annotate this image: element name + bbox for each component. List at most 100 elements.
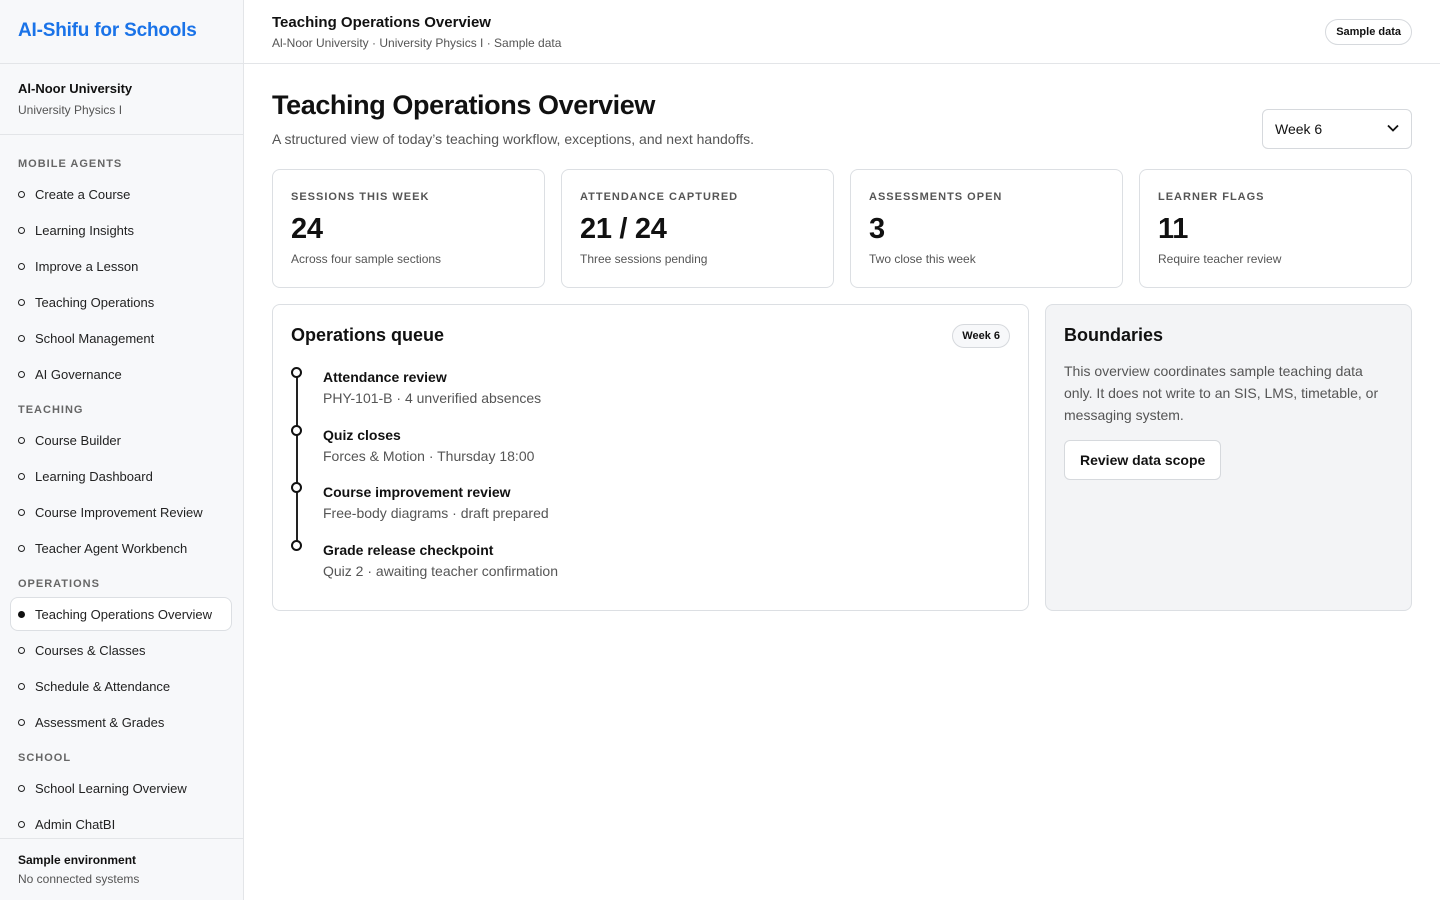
bullet-icon: [18, 436, 25, 444]
sidebar-item-label: Courses & Classes: [35, 642, 146, 658]
stat-label: Learner flags: [1158, 191, 1265, 203]
bullet-icon: [18, 544, 25, 552]
sidebar-item-label: Teacher Agent Workbench: [35, 540, 188, 556]
sidebar-item-learning-insights[interactable]: Learning Insights: [0, 212, 233, 248]
queue-item-quiz-closes[interactable]: Quiz closes Forces & Motion · Thursday 18…: [291, 424, 1010, 483]
nav-section-mobile-agents: Mobile Agents: [18, 158, 123, 170]
sidebar-item-teaching-operations-overview[interactable]: Teaching Operations Overview: [10, 597, 232, 631]
chevron-down-icon: [1387, 124, 1399, 135]
sidebar-item-create-a-course[interactable]: Create a Course: [0, 176, 233, 212]
sample-data-badge: Sample data: [1325, 19, 1412, 45]
page-title: Teaching Operations Overview: [272, 90, 655, 120]
operations-queue-card: Operations queue Week 6 Attendance revie…: [272, 304, 1029, 611]
sidebar-item-course-improvement-review[interactable]: Course Improvement Review: [0, 494, 233, 530]
bullet-icon: [18, 190, 25, 198]
sidebar-item-school-learning-overview[interactable]: School Learning Overview: [0, 770, 233, 806]
org-name: Al-Noor University: [18, 81, 133, 96]
timeline-dot-icon: [291, 367, 302, 378]
bullet-icon: [18, 334, 25, 342]
boundaries-text: This overview coordinates sample teachin…: [1064, 363, 1379, 423]
bullet-icon: [18, 784, 25, 792]
sidebar-item-label: Admin ChatBI: [35, 816, 116, 832]
bullet-icon: [18, 226, 25, 234]
bullet-icon: [18, 262, 25, 270]
stat-card-sessions-this-week: Sessions this week 24 Across four sample s…: [272, 169, 545, 288]
queue-item-detail: Forces & Motion · Thursday 18:00: [323, 447, 535, 464]
sidebar-item-label: School Learning Overview: [35, 780, 187, 796]
sidebar-item-teacher-agent-workbench[interactable]: Teacher Agent Workbench: [0, 530, 233, 566]
bullet-icon: [18, 472, 25, 480]
sidebar-item-label: Assessment & Grades: [35, 714, 165, 730]
sidebar-item-label: Schedule & Attendance: [35, 678, 171, 694]
stat-sub: Two close this week: [869, 252, 976, 266]
top-bar: Teaching Operations Overview Al-Noor Uni…: [244, 0, 1440, 64]
sidebar-item-label: Learning Insights: [35, 222, 135, 238]
queue-item-course-improvement-review[interactable]: Course improvement review Free-body diagr…: [291, 482, 1010, 540]
sidebar-item-label: Improve a Lesson: [35, 258, 139, 274]
stat-label: Attendance captured: [580, 191, 739, 203]
stat-value: 24: [291, 213, 323, 245]
org-switcher[interactable]: Al-Noor University University Physics I: [0, 64, 243, 135]
sidebar-item-school-management[interactable]: School Management: [0, 320, 233, 356]
stat-value: 21 / 24: [580, 213, 667, 245]
breadcrumb: Al-Noor University · University Physics …: [272, 36, 562, 50]
queue-item-title: Attendance review: [323, 369, 447, 385]
sidebar-item-admin-chatbi[interactable]: Admin ChatBI: [0, 806, 233, 838]
page-description: A structured view of today’s teaching wo…: [272, 131, 754, 147]
nav-section-operations: Operations: [18, 578, 100, 590]
bullet-icon: [18, 682, 25, 690]
sidebar-item-teaching-operations[interactable]: Teaching Operations: [0, 284, 233, 320]
environment-subtitle: No connected systems: [18, 872, 140, 886]
stat-label: Assessments open: [869, 191, 1003, 203]
stat-sub: Across four sample sections: [291, 252, 442, 266]
queue-item-attendance-review[interactable]: Attendance review PHY-101-B · 4 unverifie…: [291, 367, 1010, 425]
stat-card-learner-flags: Learner flags 11 Require teacher review: [1139, 169, 1412, 288]
bullet-icon: [18, 370, 25, 378]
sidebar-item-courses-and-classes[interactable]: Courses & Classes: [0, 632, 233, 668]
sidebar-item-improve-a-lesson[interactable]: Improve a Lesson: [0, 248, 233, 284]
queue-item-detail: Free-body diagrams · draft prepared: [323, 505, 549, 521]
queue-item-grade-release-checkpoint[interactable]: Grade release checkpoint Quiz 2 · awaitin…: [291, 539, 1010, 598]
brand-logo[interactable]: AI-Shifu for Schools: [0, 0, 243, 64]
environment-status: Sample environment No connected systems: [0, 838, 243, 900]
stat-value: 11: [1158, 213, 1189, 245]
bullet-icon: [18, 718, 25, 726]
week-select-value: Week 6: [1275, 121, 1323, 137]
week-select[interactable]: Week 6: [1262, 109, 1412, 149]
queue-item-detail: PHY-101-B · 4 unverified absences: [323, 390, 542, 406]
sidebar-item-course-builder[interactable]: Course Builder: [0, 422, 233, 458]
sidebar-item-label: Teaching Operations Overview: [35, 606, 213, 622]
sidebar: AI-Shifu for Schools Al-Noor University …: [0, 0, 244, 900]
environment-title: Sample environment: [18, 853, 137, 867]
stat-label: Sessions this week: [291, 191, 430, 203]
review-data-scope-button[interactable]: Review data scope: [1064, 440, 1222, 480]
sidebar-item-assessment-and-grades[interactable]: Assessment & Grades: [0, 704, 233, 740]
nav-section-teaching: Teaching: [18, 404, 84, 416]
queue-item-title: Grade release checkpoint: [323, 541, 494, 558]
nav-section-school: School: [18, 752, 72, 764]
boundaries-card: Boundaries This overview coordinates sam…: [1045, 304, 1412, 611]
bullet-icon: [18, 610, 25, 618]
sidebar-item-label: Learning Dashboard: [35, 468, 153, 484]
sidebar-item-learning-dashboard[interactable]: Learning Dashboard: [0, 458, 233, 494]
stats-row: Sessions this week 24 Across four sample s…: [272, 169, 1412, 288]
timeline-dot-icon: [291, 424, 302, 436]
boundaries-title: Boundaries: [1064, 325, 1164, 345]
queue-week-badge: Week 6: [952, 324, 1010, 348]
queue-item-detail: Quiz 2 · awaiting teacher confirmation: [323, 562, 558, 579]
stat-sub: Require teacher review: [1158, 252, 1282, 266]
org-course: University Physics I: [18, 103, 123, 117]
stat-value: 3: [869, 213, 885, 245]
stat-card-attendance-captured: Attendance captured 21 / 24 Three sessions…: [561, 169, 834, 288]
topbar-title: Teaching Operations Overview: [272, 14, 491, 31]
sidebar-item-ai-governance[interactable]: AI Governance: [0, 356, 233, 392]
queue-title: Operations queue: [291, 325, 445, 345]
queue-item-title: Quiz closes: [323, 426, 401, 443]
bullet-icon: [18, 508, 25, 516]
sidebar-item-label: Course Improvement Review: [35, 504, 203, 520]
sidebar-item-schedule-and-attendance[interactable]: Schedule & Attendance: [0, 668, 233, 704]
sidebar-item-label: Teaching Operations: [35, 294, 155, 310]
queue-timeline: Attendance review PHY-101-B · 4 unverifie…: [291, 367, 1010, 597]
sidebar-nav: Mobile Agents Create a Course Learning Ins…: [0, 135, 243, 838]
bullet-icon: [18, 646, 25, 654]
